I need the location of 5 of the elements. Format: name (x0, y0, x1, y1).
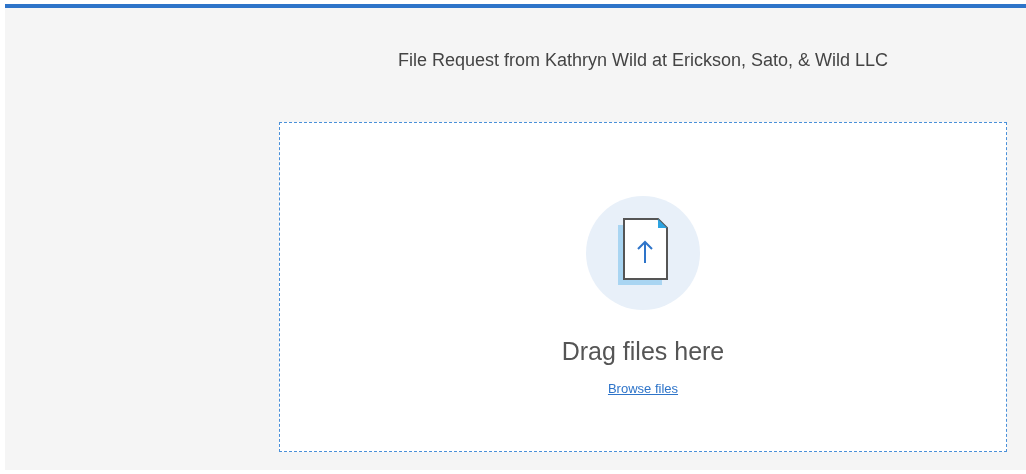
drop-zone[interactable]: Drag files here Browse files (279, 122, 1007, 452)
drop-heading: Drag files here (561, 336, 725, 367)
page-title: File Request from Kathryn Wild at Erickson, Sato, & Wild LLC (397, 48, 889, 72)
upload-file-icon (585, 195, 701, 311)
browse-files-link[interactable]: Browse files (607, 378, 679, 398)
